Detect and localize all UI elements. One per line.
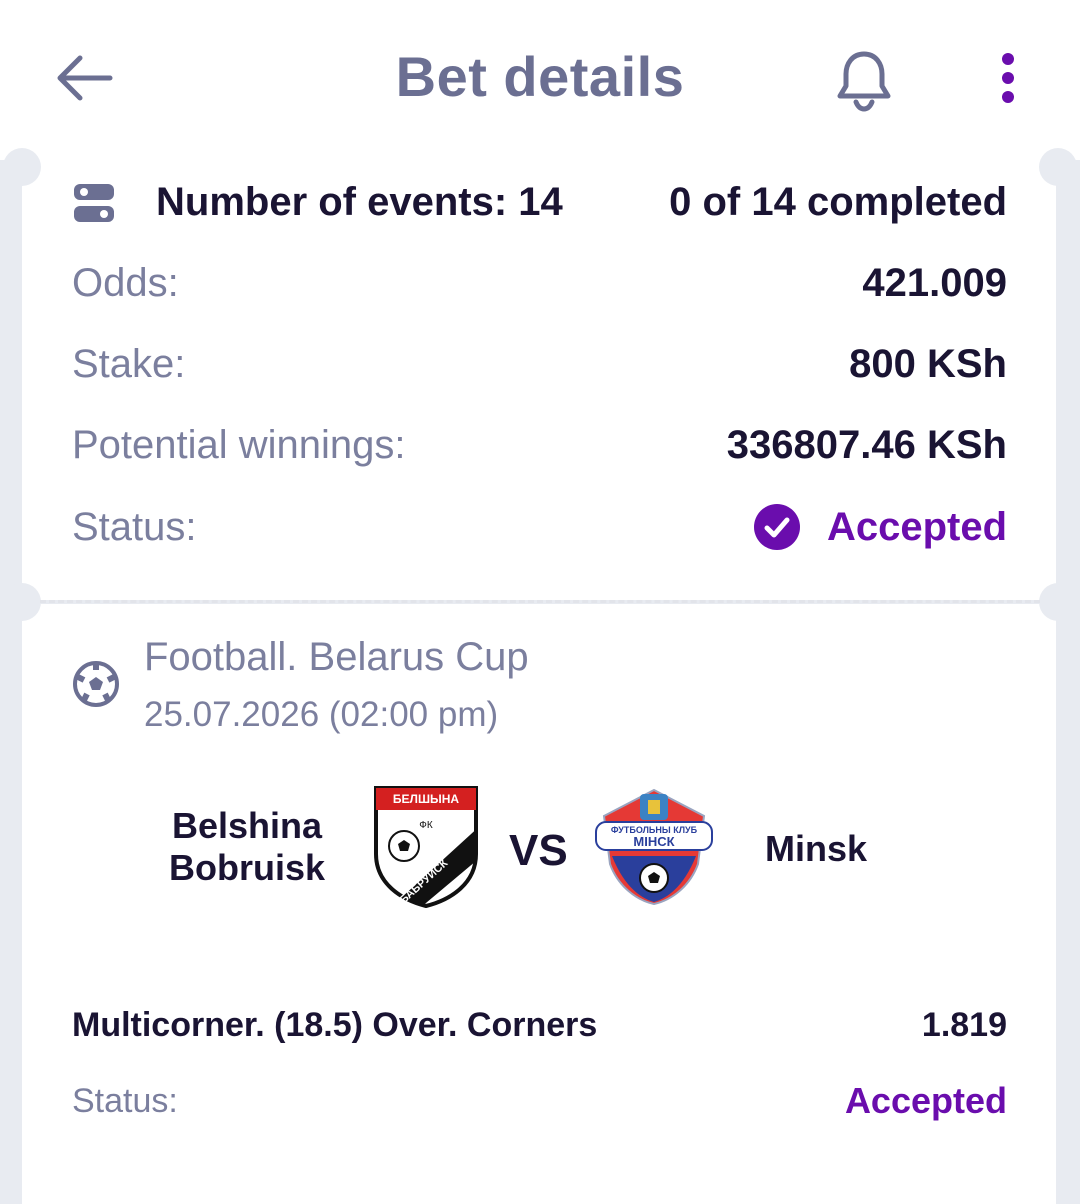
team1-name: Belshina Bobruisk — [168, 805, 326, 888]
vs-label: VS — [509, 826, 568, 875]
status-value: Accepted — [826, 504, 1007, 549]
team2-logo: ФУТБОЛЬНЫ КЛУБ МІНСК — [595, 788, 713, 906]
market-odds: 1.819 — [921, 1006, 1007, 1044]
football-icon — [73, 661, 119, 707]
market-status-value: Accepted — [844, 1080, 1007, 1121]
page-title: Bet details — [395, 45, 685, 108]
stake-label: Stake: — [72, 342, 186, 386]
team1-logo: БЕЛШЫНА ФК БАБРУЙСК — [374, 786, 478, 908]
status-badge: Accepted — [753, 503, 1007, 551]
event-header: Football. Belarus Cup 25.07.2026 (02:00 … — [72, 630, 529, 746]
ticket-notch-top-right — [1039, 148, 1077, 186]
ticket-notch-top-left — [3, 148, 41, 186]
market-status-row: Status: Accepted — [72, 1080, 1007, 1122]
market-row: Multicorner. (18.5) Over. Corners 1.819 — [72, 1006, 1007, 1045]
event-league: Football. Belarus Cup — [144, 635, 529, 679]
stake-row: Stake: 800 KSh — [72, 342, 1007, 387]
status-row: Status: Accepted — [72, 503, 1007, 551]
completed-count: 0 of 14 completed — [669, 180, 1007, 224]
odds-value: 421.009 — [862, 261, 1007, 305]
bell-icon — [837, 51, 891, 112]
events-row: Number of events: 14 0 of 14 completed — [72, 180, 1007, 225]
market-status-label: Status: — [72, 1081, 178, 1120]
notifications-button[interactable] — [830, 44, 898, 116]
winnings-label: Potential winnings: — [72, 423, 406, 467]
team2-name: Minsk — [764, 828, 868, 869]
winnings-value: 336807.46 KSh — [726, 423, 1007, 467]
status-label: Status: — [72, 504, 197, 549]
stake-value: 800 KSh — [849, 342, 1007, 386]
svg-text:БЕЛШЫНА: БЕЛШЫНА — [393, 792, 460, 806]
ticket-notch-left — [3, 583, 41, 621]
market-name: Multicorner. (18.5) Over. Corners — [72, 1006, 598, 1044]
ticket-notch-right — [1039, 583, 1077, 621]
teams-section: Belshina Bobruisk БЕЛШЫНА ФК БАБРУЙСК VS… — [0, 780, 1080, 910]
svg-text:ФК: ФК — [419, 820, 433, 831]
more-options-button[interactable] — [984, 46, 1032, 110]
app-header: Bet details — [0, 0, 1080, 160]
more-vertical-icon — [1002, 53, 1014, 103]
odds-row: Odds: 421.009 — [72, 261, 1007, 306]
odds-label: Odds: — [72, 261, 179, 305]
check-circle-icon — [753, 503, 801, 551]
svg-text:МІНСК: МІНСК — [633, 834, 674, 849]
events-count: Number of events: 14 — [156, 180, 563, 224]
winnings-row: Potential winnings: 336807.46 KSh — [72, 423, 1007, 468]
event-date: 25.07.2026 (02:00 pm) — [144, 695, 499, 734]
ticket-divider — [40, 600, 1040, 603]
toggle-list-icon — [74, 183, 114, 222]
